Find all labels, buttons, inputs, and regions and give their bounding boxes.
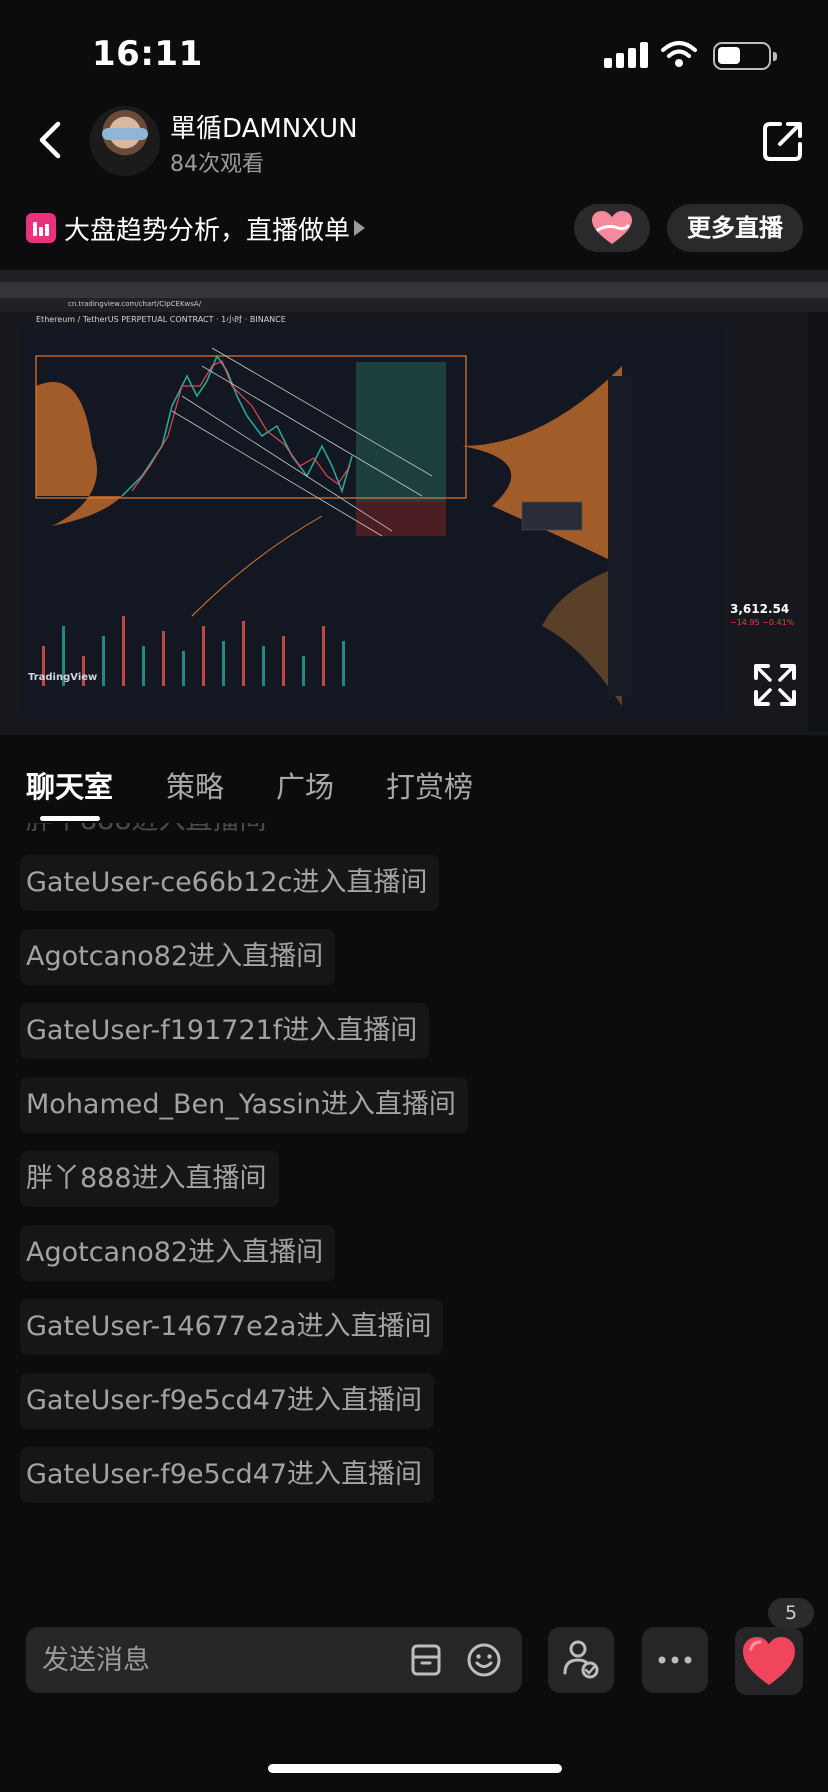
live-bars-icon bbox=[26, 213, 56, 243]
chart-bottom-bar bbox=[0, 716, 808, 735]
more-live-button[interactable]: 更多直播 bbox=[667, 204, 803, 252]
chat-message: GateUser-ce66b12c进入直播间 bbox=[20, 855, 440, 911]
chat-message: Mohamed_Ben_Yassin进入直播间 bbox=[20, 1077, 468, 1133]
chat-message: GateUser-f191721f进入直播间 bbox=[20, 1003, 430, 1059]
current-price: 3,612.54 bbox=[730, 602, 790, 616]
streamer-avatar[interactable] bbox=[90, 106, 160, 176]
tab-chatroom[interactable]: 聊天室 bbox=[26, 764, 113, 806]
home-indicator[interactable] bbox=[268, 1764, 562, 1773]
browser-url: cn.tradingview.com/chart/CIpCEKwsA/ bbox=[68, 300, 202, 308]
price-change: −14.95 −0.41% bbox=[730, 618, 795, 627]
chat-message: Agotcano82进入直播间 bbox=[20, 929, 336, 985]
browser-side-rail bbox=[808, 312, 828, 732]
live-video[interactable]: cn.tradingview.com/chart/CIpCEKwsA/ Ethe… bbox=[0, 270, 828, 735]
streamer-name[interactable]: 單循DAMNXUN bbox=[170, 108, 358, 145]
cellular-signal-icon bbox=[604, 42, 648, 68]
chart-symbol: Ethereum / TetherUS PERPETUAL CONTRACT ·… bbox=[36, 315, 286, 324]
chat-message: Agotcano82进入直播间 bbox=[20, 1225, 336, 1281]
tab-strategy[interactable]: 策略 bbox=[166, 764, 224, 806]
heart-icon bbox=[743, 1637, 795, 1685]
heart-hands-button[interactable] bbox=[574, 204, 650, 252]
more-options-button[interactable] bbox=[642, 1627, 708, 1693]
browser-menu-bar bbox=[0, 270, 828, 282]
wifi-icon bbox=[661, 41, 697, 67]
chat-message: 胖丫888进入直播间 bbox=[20, 1151, 279, 1207]
play-arrow-icon[interactable] bbox=[354, 220, 365, 236]
like-button[interactable] bbox=[735, 1627, 803, 1695]
price-chart bbox=[35, 326, 722, 716]
chat-list[interactable]: 胖丫888进入直播间 GateUser-ce66b12c进入直播间 Agotca… bbox=[0, 823, 828, 1583]
status-time: 16:11 bbox=[92, 34, 203, 74]
gift-box-icon[interactable] bbox=[410, 1643, 442, 1677]
more-dots-icon bbox=[658, 1656, 692, 1664]
message-input[interactable] bbox=[42, 1627, 382, 1693]
user-check-icon bbox=[563, 1640, 599, 1679]
tab-tip-ranking[interactable]: 打赏榜 bbox=[386, 764, 473, 806]
expand-icon[interactable] bbox=[752, 662, 798, 708]
chat-message: GateUser-f9e5cd47进入直播间 bbox=[20, 1447, 435, 1503]
message-input-box[interactable] bbox=[26, 1627, 522, 1693]
tradingview-logo: TradingView bbox=[28, 672, 98, 683]
back-icon[interactable] bbox=[30, 118, 70, 162]
like-count-badge: 5 bbox=[768, 1598, 814, 1628]
drawing-toolbar bbox=[0, 326, 22, 726]
chat-message: 胖丫888进入直播间 bbox=[20, 823, 279, 849]
chart-toolbar: Ethereum / TetherUS PERPETUAL CONTRACT ·… bbox=[0, 312, 828, 326]
heart-hands-icon bbox=[592, 211, 632, 244]
viewer-count: 84次观看 bbox=[170, 152, 264, 177]
status-bar: 16:11 bbox=[0, 0, 828, 108]
browser-url-bar: cn.tradingview.com/chart/CIpCEKwsA/ bbox=[0, 298, 828, 312]
browser-tab-bar bbox=[0, 282, 828, 298]
user-check-button[interactable] bbox=[548, 1627, 614, 1693]
emoji-icon[interactable] bbox=[466, 1642, 502, 1678]
chat-message: GateUser-14677e2a进入直播间 bbox=[20, 1299, 444, 1355]
share-icon[interactable] bbox=[760, 118, 806, 164]
tab-square[interactable]: 广场 bbox=[276, 764, 334, 806]
active-tab-indicator bbox=[40, 816, 100, 821]
battery-icon bbox=[713, 42, 777, 70]
content-tabs: 聊天室 策略 广场 打赏榜 bbox=[0, 735, 828, 823]
stream-title[interactable]: 大盘趋势分析，直播做单 bbox=[64, 210, 350, 247]
chat-message: GateUser-f9e5cd47进入直播间 bbox=[20, 1373, 435, 1429]
